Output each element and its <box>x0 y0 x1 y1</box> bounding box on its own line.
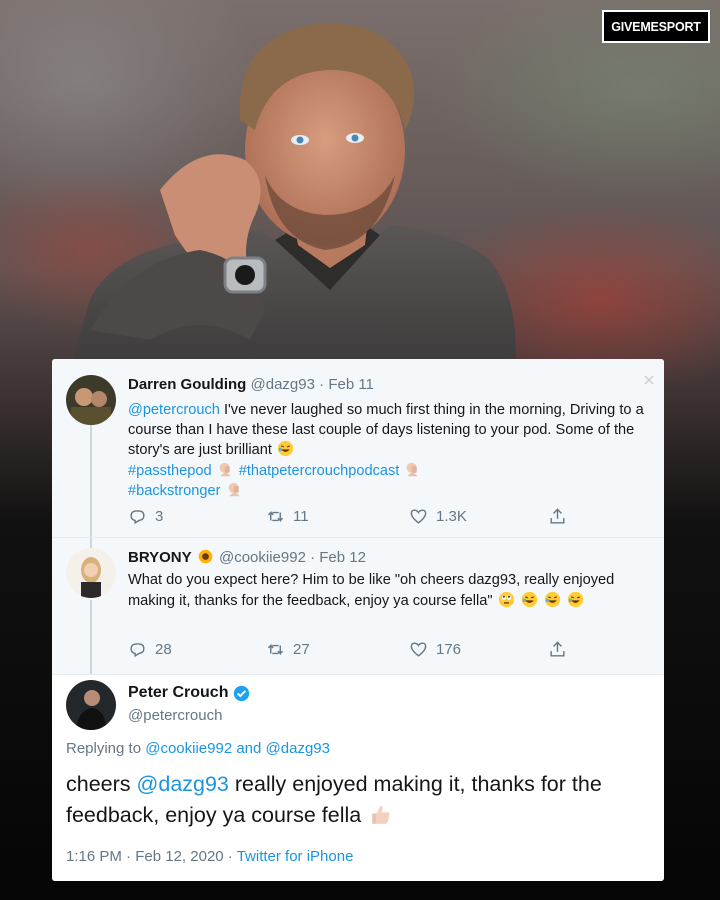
main-tweet-text: cheers @dazg93 really enjoyed making it,… <box>66 769 656 831</box>
thread-connector <box>90 425 92 537</box>
retweet-count: 11 <box>293 508 309 525</box>
reply-button[interactable]: 28 <box>128 640 172 659</box>
avatar-bryony[interactable] <box>66 548 116 598</box>
replying-to: Replying to @cookiie992 and @dazg93 <box>66 740 330 757</box>
tweet-time[interactable]: 1:16 PM <box>66 848 122 865</box>
retweet-count: 27 <box>293 641 310 658</box>
rolling-laughing-emoji <box>277 440 294 457</box>
reply-count: 28 <box>155 641 172 658</box>
tweet-meta: 1:16 PM · Feb 12, 2020 · Twitter for iPh… <box>66 848 353 865</box>
verified-badge-icon <box>234 685 250 701</box>
person-photo <box>70 23 516 370</box>
mention-link[interactable]: @cookiie992 <box>145 740 232 757</box>
hashtag-link[interactable]: #backstronger <box>128 483 220 499</box>
hashtag-link[interactable]: #thatpetercrouchpodcast <box>239 463 400 479</box>
author-name[interactable]: BRYONY <box>128 549 192 566</box>
separator-dot: · <box>319 376 325 393</box>
sunflower-emoji <box>198 549 213 564</box>
author-name[interactable]: Darren Goulding <box>128 376 246 393</box>
like-count: 176 <box>436 641 462 658</box>
share-icon <box>550 641 565 657</box>
retweet-button[interactable]: 11 <box>266 507 309 526</box>
reply-icon <box>130 643 145 658</box>
mention-link[interactable]: @petercrouch <box>128 402 220 418</box>
rolling-laughing-emoji <box>567 591 583 607</box>
thread-connector <box>90 538 92 548</box>
share-icon <box>550 508 565 524</box>
share-button[interactable] <box>548 507 567 526</box>
avatar-darren[interactable] <box>66 375 116 425</box>
text-start: cheers <box>66 772 131 796</box>
author-name-row: Peter Crouch <box>128 684 250 702</box>
replying-and: and <box>236 740 262 757</box>
tweet-thread-card: Darren Goulding @dazg93 · Feb 11 @peterc… <box>52 359 664 881</box>
person-facepalming-emoji <box>219 462 231 476</box>
replying-prefix: Replying to <box>66 740 142 757</box>
tweet-header: Darren Goulding @dazg93 · Feb 11 <box>128 376 374 393</box>
author-handle[interactable]: @cookiie992 <box>219 549 306 566</box>
retweet-button[interactable]: 27 <box>266 640 310 659</box>
author-handle[interactable]: @petercrouch <box>128 707 222 724</box>
avatar-peter-crouch[interactable] <box>66 680 116 730</box>
eye-roll-emoji <box>498 591 514 607</box>
author-handle[interactable]: @dazg93 <box>251 376 315 393</box>
author-name[interactable]: Peter Crouch <box>128 684 228 702</box>
tweet-actions: 3 11 1.3K <box>128 507 568 527</box>
heart-icon <box>410 642 427 657</box>
person-facepalming-emoji <box>406 462 419 476</box>
thread-connector <box>90 600 92 675</box>
rolling-laughing-emoji <box>521 591 537 607</box>
tweet-actions: 28 27 176 <box>128 640 568 660</box>
tweet-body: @petercrouch I've never laughed so much … <box>128 401 653 502</box>
reply-icon <box>130 510 145 525</box>
mention-link[interactable]: @dazg93 <box>137 772 229 796</box>
rolling-laughing-emoji <box>544 591 560 607</box>
tweet-header: BRYONY @cookiie992 · Feb 12 <box>128 548 366 566</box>
retweet-icon <box>267 510 284 523</box>
person-facepalming-emoji <box>228 482 240 497</box>
tweet-body: What do you expect here? Him to be like … <box>128 571 653 611</box>
like-button[interactable]: 176 <box>409 640 461 659</box>
share-button[interactable] <box>548 640 567 659</box>
reply-button[interactable]: 3 <box>128 507 163 526</box>
like-count: 1.3K <box>436 508 467 525</box>
thumbs-up-emoji <box>372 805 390 824</box>
separator-dot: · <box>126 848 132 865</box>
separator-dot: · <box>310 549 316 566</box>
tweet-date[interactable]: Feb 11 <box>328 376 374 393</box>
tweet-bryony[interactable]: BRYONY @cookiie992 · Feb 12 What do you … <box>52 537 664 675</box>
reply-count: 3 <box>155 508 164 525</box>
mention-link[interactable]: @dazg93 <box>266 740 330 757</box>
close-icon[interactable] <box>644 375 654 385</box>
heart-icon <box>410 509 427 524</box>
tweet-date[interactable]: Feb 12 <box>319 549 366 566</box>
separator-dot: · <box>227 848 233 865</box>
tweet-darren[interactable]: Darren Goulding @dazg93 · Feb 11 @peterc… <box>52 359 664 537</box>
tweet-text: What do you expect here? Him to be like … <box>128 572 615 609</box>
retweet-icon <box>267 643 284 656</box>
tweet-date[interactable]: Feb 12, 2020 <box>135 848 223 865</box>
like-button[interactable]: 1.3K <box>409 507 467 526</box>
tweet-source[interactable]: Twitter for iPhone <box>237 848 354 865</box>
givemesport-logo: GIVEMESPORT <box>602 10 710 43</box>
hashtag-link[interactable]: #passthepod <box>128 463 212 479</box>
